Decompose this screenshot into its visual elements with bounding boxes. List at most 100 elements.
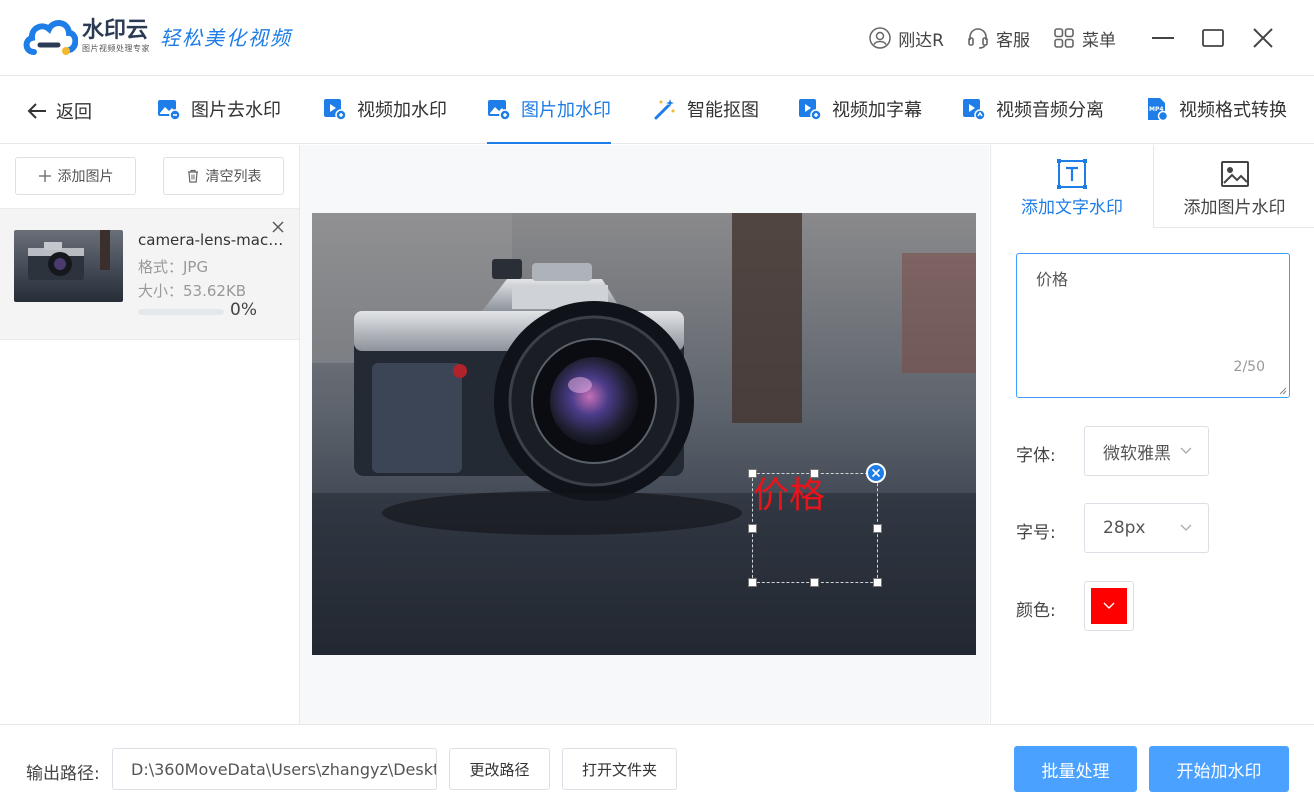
tab-smart-cutout[interactable]: 智能抠图 [653,96,759,144]
user-icon [869,27,891,49]
tab-label: 视频加字幕 [832,100,922,121]
file-progress-bar [138,309,224,315]
chevron-down-icon [1103,602,1115,609]
add-image-label: 添加图片 [57,169,114,185]
close-icon [272,221,284,233]
resize-handle[interactable] [748,524,757,533]
output-path-label: 输出路径: [26,764,100,784]
font-size-value: 28px [1103,518,1146,538]
tab-label: 图片去水印 [191,100,281,121]
video-audio-icon [963,99,986,121]
output-path-input[interactable]: D:\360MoveData\Users\zhangyz\Desktop [112,748,437,790]
resize-handle[interactable] [873,524,882,533]
magic-wand-icon [654,99,675,120]
preview-image [312,213,976,655]
watermark-text-value: 价格 [1036,270,1069,289]
trash-icon [187,169,198,183]
size-label: 字号: [1016,523,1056,543]
start-watermark-label: 开始加水印 [1176,761,1262,782]
char-count: 2/50 [1233,359,1265,375]
color-swatch [1091,588,1127,624]
app-window: 水印云 图片视频处理专家 轻松美化视频 刚达R 客服 菜单 返回 图片去水印 视… [0,0,1314,810]
tab-add-text-watermark[interactable]: 添加文字水印 [991,145,1153,228]
tab-label: 智能抠图 [687,100,759,121]
resize-handle[interactable] [810,469,819,478]
user-name: 刚达R [898,30,944,51]
resize-handle[interactable] [873,578,882,587]
text-icon [1057,159,1087,189]
resize-grip-icon[interactable] [1279,387,1287,395]
image-remove-icon [158,100,181,121]
font-label: 字体: [1016,446,1056,466]
tab-video-audio-separate[interactable]: 视频音频分离 [962,96,1104,144]
batch-process-button[interactable]: 批量处理 [1014,746,1137,792]
tab-image-label: 添加图片水印 [1183,198,1286,218]
color-label: 颜色: [1016,601,1056,621]
font-size-select[interactable]: 28px [1084,503,1209,553]
file-thumbnail [14,230,123,302]
color-picker[interactable] [1084,581,1134,631]
tab-text-label: 添加文字水印 [1021,198,1123,218]
change-path-label: 更改路径 [469,760,530,779]
menu-button[interactable]: 菜单 [1052,26,1116,51]
user-account[interactable]: 刚达R [868,26,944,51]
maximize-icon [1202,29,1224,47]
menu-label: 菜单 [1082,30,1116,51]
watermark-box[interactable]: 价格 [748,469,882,587]
start-watermark-button[interactable]: 开始加水印 [1149,746,1289,792]
tab-image-remove-watermark[interactable]: 图片去水印 [157,96,281,144]
chevron-down-icon [1180,524,1192,531]
tab-label: 视频音频分离 [996,100,1104,121]
arrow-left-icon [27,103,46,119]
file-name: camera-lens-macro-focus-photography.jpg [138,231,288,249]
tab-video-format-convert[interactable]: MP4 视频格式转换 [1145,96,1287,144]
back-button[interactable]: 返回 [26,98,92,124]
clear-list-label: 清空列表 [205,169,262,185]
grid-menu-icon [1054,28,1074,48]
watermark-settings-panel: 添加文字水印 添加图片水印 价格 2/50 字体: 微软雅黑 字号: 28px … [990,145,1314,725]
maximize-button[interactable] [1188,18,1238,58]
clear-list-button[interactable]: 清空列表 [163,157,284,195]
plus-icon [38,170,51,182]
app-slogan: 轻松美化视频 [160,25,292,50]
app-logo: 水印云 图片视频处理专家 轻松美化视频 [22,14,292,58]
tab-image-add-watermark[interactable]: 图片加水印 [487,96,611,144]
file-progress-label: 0% [230,300,257,320]
batch-process-label: 批量处理 [1041,761,1110,782]
minimize-icon [1152,37,1174,39]
output-path-value: D:\360MoveData\Users\zhangyz\Desktop [131,759,437,779]
tab-video-add-watermark[interactable]: 视频加水印 [323,96,447,144]
remove-watermark-button[interactable] [866,463,886,483]
tab-label: 图片加水印 [521,100,611,121]
resize-handle[interactable] [748,578,757,587]
add-image-button[interactable]: 添加图片 [15,157,136,195]
app-subtitle: 图片视频处理专家 [82,43,150,53]
tab-label: 视频格式转换 [1179,100,1287,121]
video-add-icon [324,99,347,121]
watermark-text: 价格 [753,475,826,516]
open-folder-button[interactable]: 打开文件夹 [562,748,677,790]
remove-file-button[interactable] [270,219,286,235]
file-list-panel: 添加图片 清空列表 camera-lens-macro-f 格式：JPG 大小：… [0,145,300,725]
tab-video-add-subtitle[interactable]: 视频加字幕 [798,96,922,144]
change-path-button[interactable]: 更改路径 [449,748,550,790]
minimize-button[interactable] [1138,18,1188,58]
video-subtitle-icon [799,99,822,121]
resize-handle[interactable] [748,469,757,478]
watermark-text-input[interactable]: 价格 2/50 [1016,253,1290,398]
title-bar: 水印云 图片视频处理专家 轻松美化视频 刚达R 客服 菜单 [0,0,1314,76]
tab-add-image-watermark[interactable]: 添加图片水印 [1153,145,1314,228]
file-format: 格式：JPG [138,258,209,276]
file-list-item[interactable]: camera-lens-macro-focus-photography.jpg … [0,208,299,340]
image-icon [1220,161,1249,187]
resize-handle[interactable] [810,578,819,587]
chevron-down-icon [1180,447,1192,454]
image-add-icon [488,100,511,121]
customer-service-label: 客服 [996,30,1030,51]
close-window-button[interactable] [1238,18,1288,58]
font-select[interactable]: 微软雅黑 [1084,426,1209,476]
headset-icon [968,28,988,49]
customer-service-button[interactable]: 客服 [966,26,1030,51]
cloud-logo-icon [22,14,79,58]
back-label: 返回 [56,102,92,123]
